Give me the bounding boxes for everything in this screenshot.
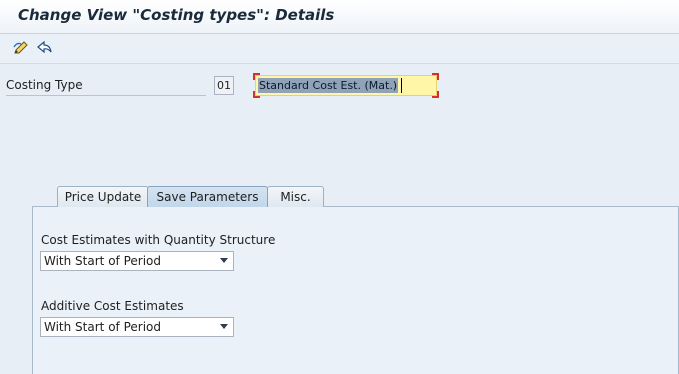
costing-type-description-field[interactable]: Standard Cost Est. (Mat.) <box>253 73 439 98</box>
display-change-icon <box>12 39 30 57</box>
focus-corner <box>432 73 439 80</box>
qty-structure-label: Cost Estimates with Quantity Structure <box>41 233 276 247</box>
qty-structure-value: With Start of Period <box>44 254 161 268</box>
costing-type-description-text: Standard Cost Est. (Mat.) <box>258 78 399 93</box>
tab-save-parameters[interactable]: Save Parameters <box>147 186 268 207</box>
other-view-button[interactable] <box>36 39 54 57</box>
application-toolbar <box>0 34 679 64</box>
additive-label: Additive Cost Estimates <box>41 299 184 313</box>
focus-corner <box>253 91 260 98</box>
display-change-button[interactable] <box>12 39 30 57</box>
chevron-down-icon <box>220 258 228 263</box>
tab-misc[interactable]: Misc. <box>267 186 324 207</box>
costing-type-code-field[interactable]: 01 <box>214 76 234 95</box>
tab-panel-save-parameters <box>32 206 679 374</box>
qty-structure-dropdown[interactable]: With Start of Period <box>40 251 234 271</box>
title-bar: Change View "Costing types": Details <box>0 0 679 34</box>
additive-value: With Start of Period <box>44 320 161 334</box>
chevron-down-icon <box>220 324 228 329</box>
focus-corner <box>253 73 260 80</box>
tab-price-update[interactable]: Price Update <box>57 186 149 207</box>
costing-type-label: Costing Type <box>6 78 206 96</box>
additive-dropdown[interactable]: With Start of Period <box>40 317 234 337</box>
text-cursor <box>401 78 402 93</box>
focus-corner <box>432 91 439 98</box>
other-view-icon <box>36 39 54 57</box>
page-title: Change View "Costing types": Details <box>18 6 335 24</box>
